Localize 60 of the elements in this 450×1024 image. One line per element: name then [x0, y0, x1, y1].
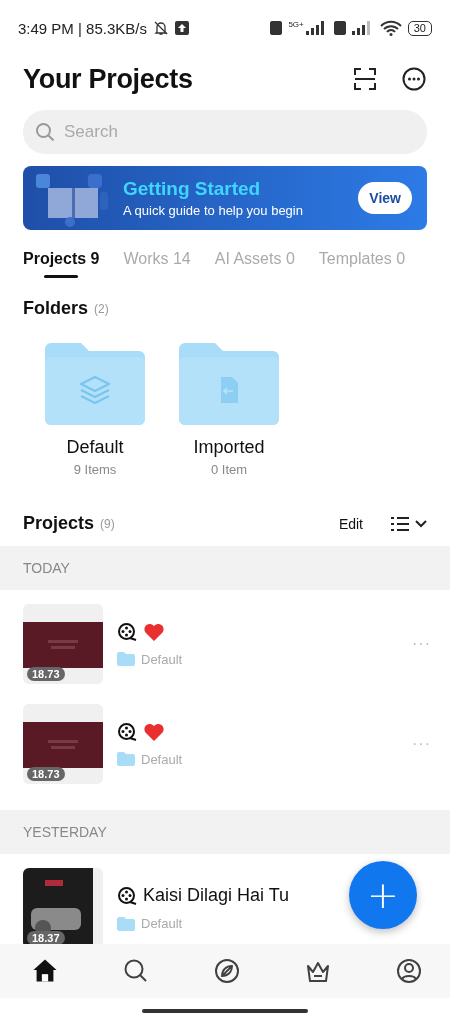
- tab[interactable]: Projects 9: [23, 250, 100, 278]
- list-view-button[interactable]: [391, 516, 427, 531]
- group-header: YESTERDAY: [0, 810, 450, 854]
- tab-underline: [44, 275, 79, 278]
- heart-icon: [143, 621, 165, 642]
- edit-button[interactable]: Edit: [338, 515, 363, 532]
- list-icon: [391, 516, 409, 531]
- scan-icon: [354, 68, 376, 90]
- nav-item[interactable]: [123, 958, 149, 984]
- folder-name: Imported: [193, 437, 265, 458]
- project-folder: Default: [141, 651, 183, 667]
- search-field[interactable]: Search: [23, 110, 427, 154]
- film-reel-icon: [117, 885, 137, 906]
- nav-item[interactable]: [396, 958, 422, 984]
- folder-count: 0 Item: [210, 462, 248, 477]
- view-button[interactable]: View: [358, 182, 412, 214]
- project-folder: Default: [141, 916, 183, 931]
- film-reel-icon: [117, 621, 137, 642]
- banner-subtitle: A quick guide to help you begin: [123, 203, 304, 218]
- chevron-down-icon: [415, 519, 427, 528]
- film-reel-icon: [117, 721, 137, 742]
- folder-item[interactable]: Imported 0 Item: [179, 343, 279, 477]
- duration-badge: 18.37: [27, 931, 65, 944]
- banner-card[interactable]: Getting Started A quick guide to help you begin View: [23, 166, 427, 230]
- heart-icon: [143, 721, 165, 742]
- bell-muted-icon: [152, 20, 169, 36]
- network-label: 5G+: [288, 20, 304, 29]
- battery-indicator: 30: [407, 20, 432, 36]
- section-count: (9): [100, 516, 115, 531]
- section-title: Projects: [23, 513, 95, 534]
- scan-button[interactable]: [354, 68, 376, 90]
- nav-item[interactable]: [214, 958, 240, 984]
- duration-badge: 18.73: [27, 767, 65, 781]
- sim-icon: [270, 21, 283, 35]
- search-icon: [123, 958, 149, 984]
- section-count: (2): [94, 301, 109, 316]
- duration-badge: 18.73: [27, 667, 65, 681]
- folder-icon: [45, 343, 145, 425]
- wifi-icon: [379, 20, 402, 36]
- more-button[interactable]: [402, 67, 426, 91]
- folder-icon: [179, 343, 279, 425]
- project-title: Kaisi Dilagi Hai Tu: [143, 885, 290, 906]
- folder-count: 9 Items: [73, 462, 117, 477]
- sim-icon: [333, 21, 346, 35]
- folder-icon: [117, 652, 135, 666]
- page-title: Your Projects: [23, 63, 194, 95]
- folder-icon: [117, 916, 135, 931]
- folder-icon: [117, 752, 135, 766]
- add-button[interactable]: +: [349, 861, 417, 929]
- folder-item[interactable]: Default 9 Items: [45, 343, 145, 477]
- upload-icon: [174, 21, 189, 35]
- compass-icon: [214, 958, 240, 984]
- group-header: TODAY: [0, 546, 450, 590]
- project-folder: Default: [141, 751, 183, 767]
- status-time: 3:49 PM | 85.3KB/s: [18, 19, 147, 37]
- profile-icon: [396, 958, 422, 984]
- folder-name: Default: [66, 437, 124, 458]
- banner-title: Getting Started: [123, 178, 262, 200]
- section-title: Folders: [23, 298, 88, 319]
- more-icon: [402, 67, 426, 91]
